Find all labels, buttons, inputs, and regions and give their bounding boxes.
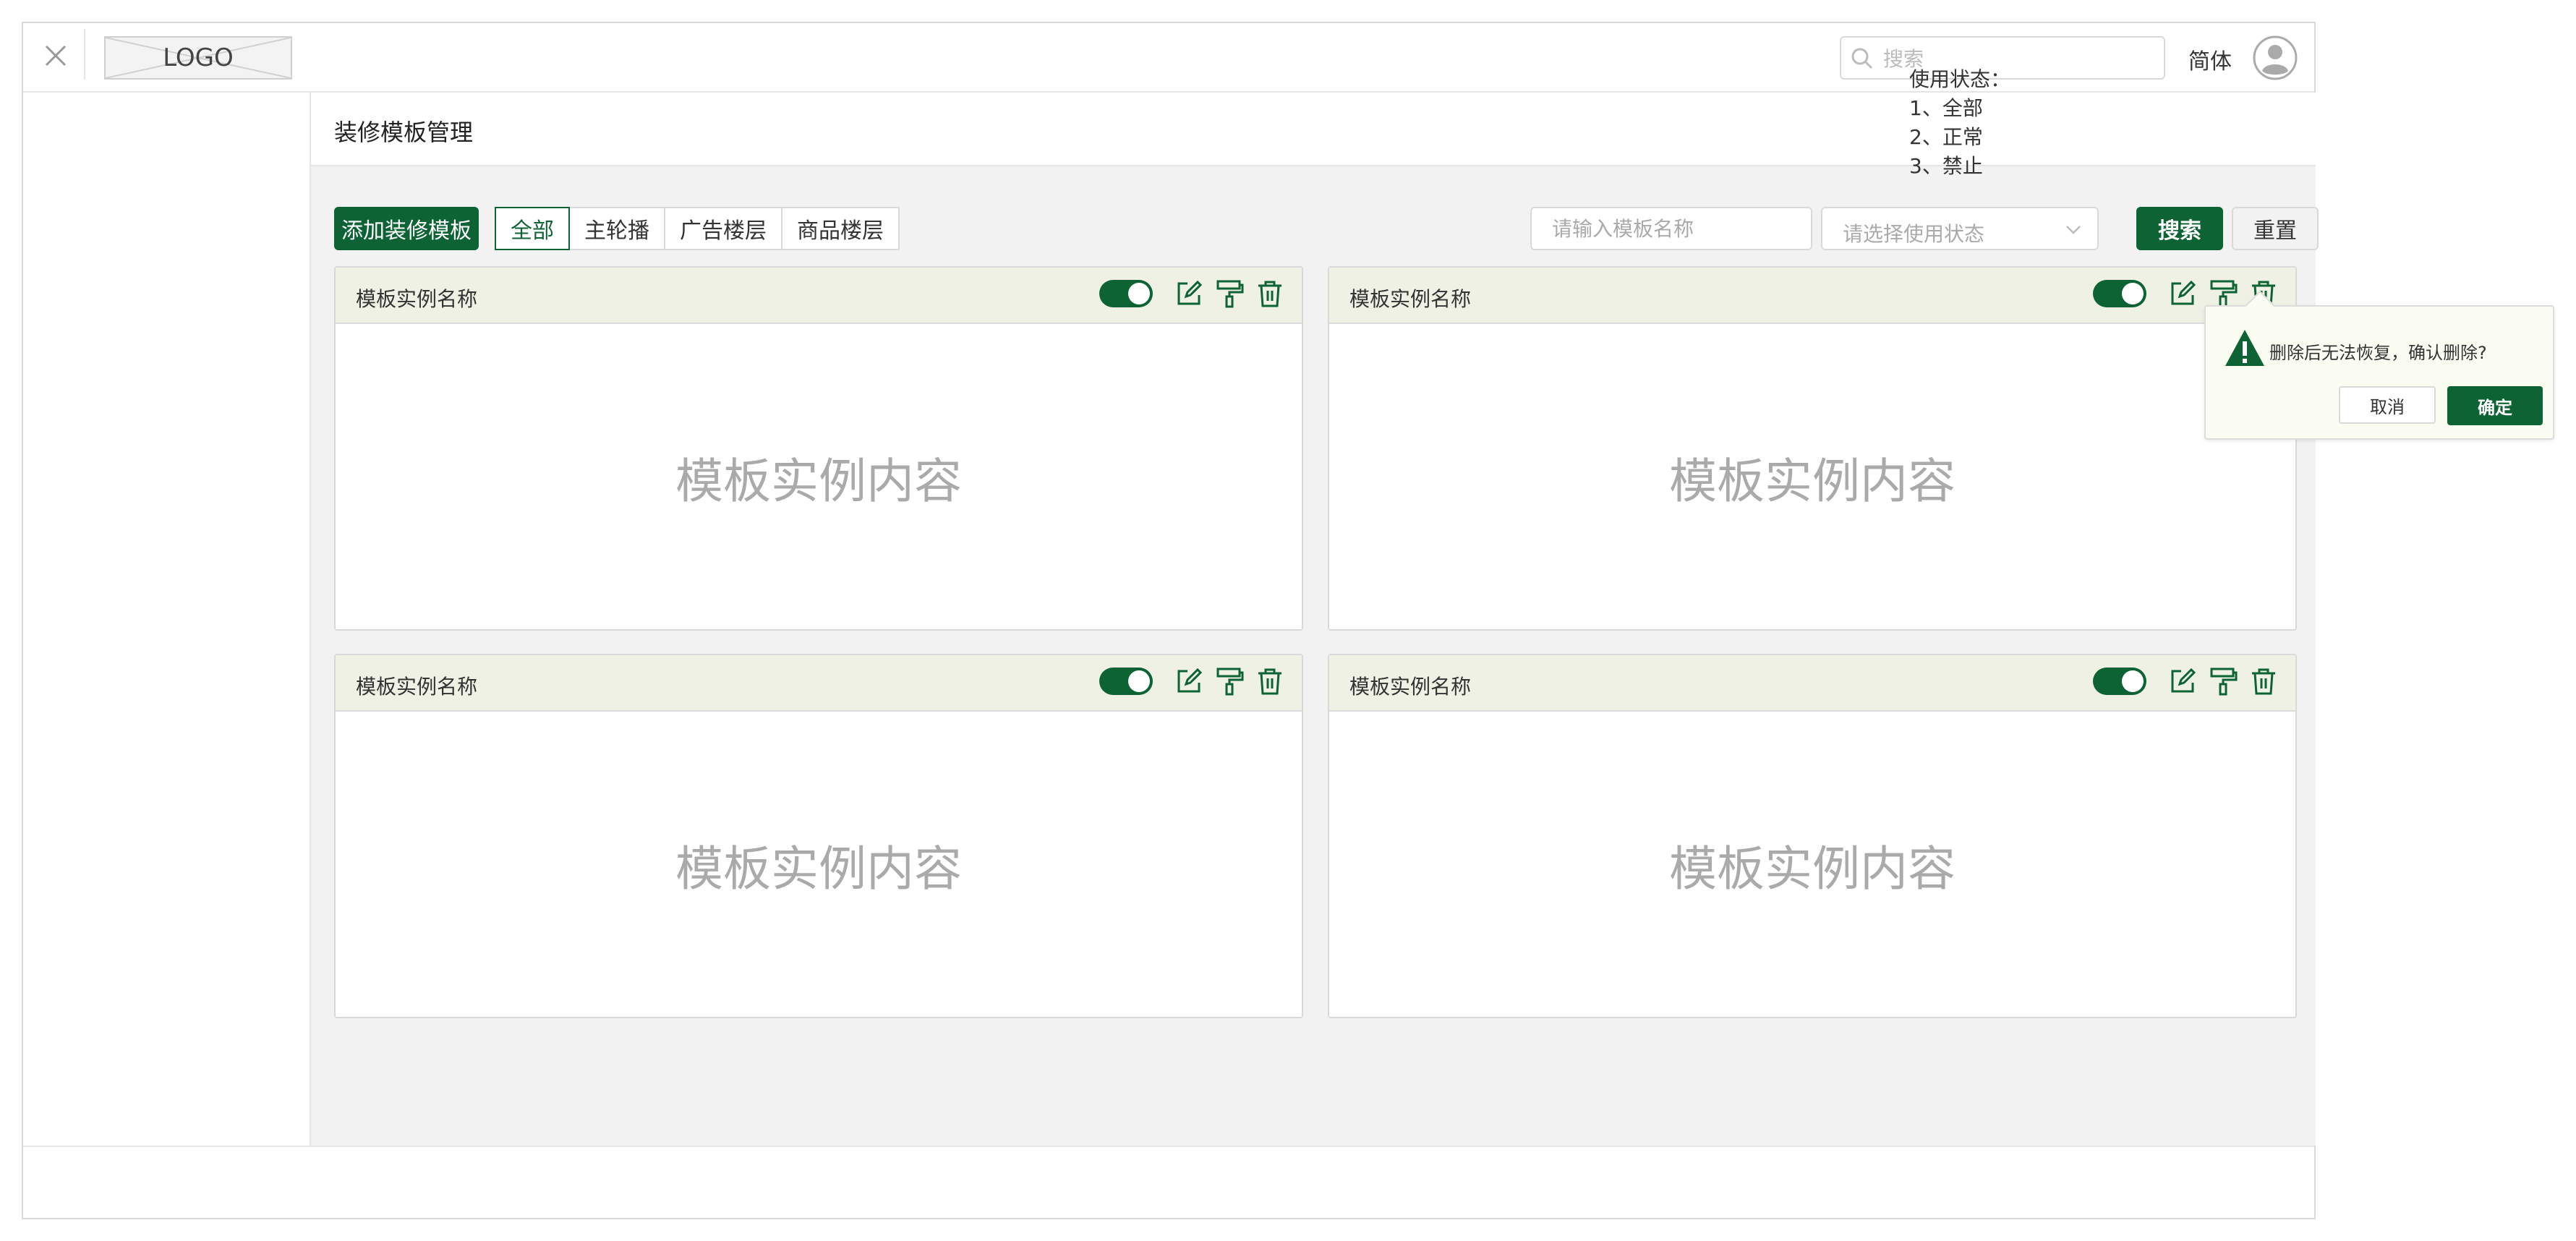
page-title: 装修模板管理 [334, 119, 474, 146]
tab-product-floor[interactable]: 商品楼层 [781, 207, 900, 250]
card-header: 模板实例名称 [1329, 268, 2295, 324]
template-name-input[interactable] [1530, 207, 1812, 250]
popover-message: 删除后无法恢复，确认删除? [2269, 343, 2487, 363]
template-card: 模板实例名称 模板实例内容 [1328, 654, 2297, 1018]
footer [23, 1146, 2314, 1219]
popover-confirm-button[interactable]: 确定 [2447, 386, 2543, 425]
card-content: 模板实例内容 [675, 453, 962, 509]
card-content: 模板实例内容 [1669, 453, 1956, 509]
card-title: 模板实例名称 [356, 287, 478, 311]
reset-button[interactable]: 重置 [2232, 207, 2319, 250]
warning-icon [2225, 330, 2264, 366]
chevron-down-icon [2066, 226, 2081, 234]
add-template-button[interactable]: 添加装修模板 [334, 207, 479, 250]
paint-roller-icon[interactable] [2207, 665, 2239, 697]
status-select-placeholder: 请选择使用状态 [1843, 222, 1985, 246]
logo-text: LOGO [163, 43, 234, 72]
avatar-icon[interactable] [2252, 35, 2298, 81]
tab-main-carousel[interactable]: 主轮播 [568, 207, 665, 250]
edit-icon[interactable] [1173, 665, 1205, 697]
card-header: 模板实例名称 [336, 268, 1302, 324]
main-content: 装修模板管理 添加装修模板 全部 主轮播 广告楼层 商品楼层 请选择使用状态 搜… [311, 93, 2319, 1146]
search-icon [1851, 48, 1873, 69]
page-header: 装修模板管理 [311, 93, 2316, 166]
search-button[interactable]: 搜索 [2136, 207, 2223, 250]
card-title: 模板实例名称 [1349, 287, 1472, 311]
status-toggle[interactable] [1099, 668, 1153, 695]
tab-ad-floor[interactable]: 广告楼层 [664, 207, 782, 250]
template-card: 模板实例名称 模板实例内容 [1328, 266, 2297, 631]
logo: LOGO [104, 36, 292, 80]
edit-icon[interactable] [2167, 665, 2198, 697]
language-switch[interactable]: 简体 [2188, 43, 2232, 75]
edit-icon[interactable] [1173, 278, 1205, 310]
popover-cancel-button[interactable]: 取消 [2339, 386, 2436, 424]
status-toggle[interactable] [2093, 668, 2146, 695]
sidebar [23, 93, 311, 1147]
card-header: 模板实例名称 [1329, 655, 2295, 712]
paint-roller-icon[interactable] [1214, 665, 1245, 697]
trash-icon[interactable] [1254, 665, 1286, 697]
edit-icon[interactable] [2167, 278, 2198, 310]
card-title: 模板实例名称 [1349, 675, 1472, 699]
status-toggle[interactable] [2093, 280, 2146, 307]
status-select[interactable]: 请选择使用状态 [1821, 207, 2099, 250]
paint-roller-icon[interactable] [1214, 278, 1245, 310]
card-content: 模板实例内容 [675, 841, 962, 897]
card-content: 模板实例内容 [1669, 841, 1956, 897]
card-header: 模板实例名称 [336, 655, 1302, 712]
template-card: 模板实例名称 模板实例内容 [334, 654, 1303, 1018]
trash-icon[interactable] [2248, 665, 2279, 697]
close-icon[interactable] [39, 39, 72, 72]
app-window: LOGO 简体 装修模板管理 添加装修模板 全部 主轮播 广告楼层 商品楼层 [22, 22, 2319, 1219]
category-tabs: 全部 主轮播 广告楼层 商品楼层 [495, 207, 900, 250]
card-title: 模板实例名称 [356, 675, 478, 699]
tab-all[interactable]: 全部 [495, 207, 570, 250]
status-toggle[interactable] [1099, 280, 1153, 307]
delete-confirm-popover: 删除后无法恢复，确认删除? 取消 确定 [2204, 290, 2554, 440]
divider [84, 29, 85, 80]
trash-icon[interactable] [1254, 278, 1286, 310]
status-annotation-note: 使用状态： 1、全部 2、正常 3、禁止 [1909, 67, 2011, 178]
template-card: 模板实例名称 模板实例内容 [334, 266, 1303, 631]
